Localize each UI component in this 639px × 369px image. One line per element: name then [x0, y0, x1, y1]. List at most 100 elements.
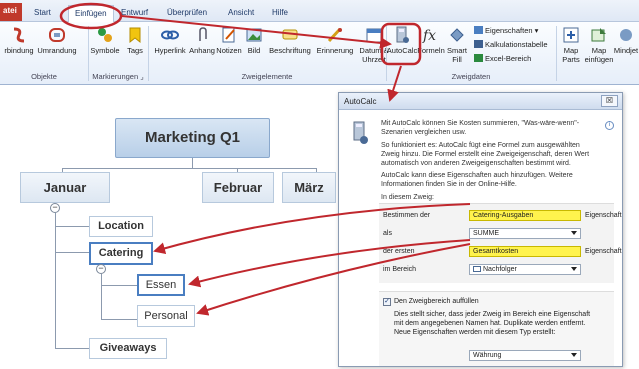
- tab-hilfe[interactable]: Hilfe: [266, 5, 294, 22]
- excel-bereich-button[interactable]: Excel-Bereich: [474, 53, 531, 64]
- checkbox-description: Dies stellt sicher, dass jeder Zweig im …: [394, 311, 591, 336]
- group-separator: [556, 26, 557, 81]
- collapse-toggle[interactable]: −: [50, 203, 60, 213]
- topic-februar[interactable]: Februar: [202, 172, 274, 203]
- tab-entwurf[interactable]: Entwurf: [115, 5, 154, 22]
- connector-line: [101, 274, 102, 320]
- row-label-im-bereich: im Bereich: [383, 266, 417, 273]
- type-select[interactable]: Währung: [469, 350, 581, 361]
- connector-line: [101, 285, 137, 286]
- section-heading: In diesem Zweig:: [381, 194, 434, 201]
- central-topic[interactable]: Marketing Q1: [115, 118, 270, 158]
- mindjet-icon: [620, 29, 632, 41]
- group-label-objekte: Objekte: [31, 72, 57, 81]
- svg-text:fx: fx: [422, 28, 436, 44]
- connector-line: [55, 348, 89, 349]
- fill-scope-checkbox[interactable]: ✓: [383, 298, 391, 306]
- ribbon-tab-bar: atei Start Einfügen Entwurf Überprüfen A…: [0, 0, 639, 22]
- connector-line: [55, 213, 56, 349]
- map-parts-icon: [563, 27, 579, 43]
- topic-catering[interactable]: Catering: [89, 242, 153, 265]
- group-label-zweigdaten: Zweigdaten: [451, 72, 491, 81]
- tag-icon: [129, 27, 141, 44]
- symbole-button[interactable]: Symbole: [88, 26, 122, 72]
- umrandung-button[interactable]: Umrandung: [34, 26, 80, 72]
- row-suffix-eigenschaft: Eigenschaft: [585, 248, 622, 255]
- reminder-icon: [327, 27, 342, 43]
- target-property-field[interactable]: Catering-Ausgaben: [469, 210, 581, 221]
- checkbox-label: Den Zweigbereich auffüllen: [394, 298, 479, 305]
- calculator-icon: [396, 26, 409, 43]
- info-icon[interactable]: i: [605, 121, 614, 130]
- chevron-down-icon: [571, 353, 577, 357]
- chevron-down-icon: [571, 267, 577, 271]
- source-property-field[interactable]: Gesamtkosten: [469, 246, 581, 257]
- function-select[interactable]: SUMME: [469, 228, 581, 239]
- fill-scope-panel: ✓ Den Zweigbereich auffüllen Dies stellt…: [379, 291, 614, 366]
- row-label-der-ersten: der ersten: [383, 248, 415, 255]
- topic-maerz[interactable]: März: [282, 172, 336, 203]
- connector-line: [62, 168, 317, 169]
- mindjet-button[interactable]: Mindjet: [612, 26, 639, 72]
- dialog-title: AutoCalc: [344, 97, 377, 106]
- tab-ueberpruefen[interactable]: Überprüfen: [161, 5, 213, 22]
- collapse-toggle[interactable]: −: [96, 264, 106, 274]
- relationship-icon: [13, 27, 25, 43]
- tab-einfuegen[interactable]: Einfügen: [68, 5, 114, 22]
- topic-essen[interactable]: Essen: [137, 274, 185, 296]
- topic-personal[interactable]: Personal: [137, 305, 195, 327]
- notizen-button[interactable]: Notizen: [215, 26, 243, 72]
- group-label-zweigelemente: Zweigelemente: [241, 72, 293, 81]
- anhang-button[interactable]: Anhang: [188, 26, 216, 72]
- tab-start[interactable]: Start: [28, 5, 57, 22]
- symbols-icon: [98, 28, 112, 42]
- connector-line: [192, 158, 193, 168]
- topic-location[interactable]: Location: [89, 216, 153, 237]
- tab-datei[interactable]: atei: [0, 3, 22, 21]
- row-label-bestimmen: Bestimmen der: [383, 212, 431, 219]
- eigenschaften-button[interactable]: Eigenschaften ▾: [474, 25, 538, 36]
- link-icon: [161, 30, 179, 40]
- subtopics-icon: [473, 266, 481, 272]
- branch-settings-panel: Bestimmen der Catering-Ausgaben Eigensch…: [379, 203, 622, 283]
- hyperlink-button[interactable]: Hyperlink: [150, 26, 190, 72]
- tags-button[interactable]: Tags: [122, 26, 148, 72]
- formeln-button[interactable]: fx Formeln: [416, 26, 446, 72]
- chevron-down-icon: [571, 231, 577, 235]
- smart-fill-button[interactable]: Smart Fill: [446, 26, 468, 72]
- row-suffix-eigenschaft: Eigenschaft: [585, 212, 622, 219]
- topic-giveaways[interactable]: Giveaways: [89, 338, 167, 359]
- connector-line: [101, 319, 137, 320]
- excel-icon: [474, 54, 483, 62]
- bild-button[interactable]: Bild: [243, 26, 265, 72]
- autocalc-button[interactable]: AutoCalc: [386, 26, 418, 72]
- kalkulationstabelle-button[interactable]: Kalkulationstabelle: [474, 39, 548, 50]
- tab-ansicht[interactable]: Ansicht: [222, 5, 260, 22]
- insert-map-icon: [591, 28, 606, 42]
- close-button[interactable]: ☒: [601, 95, 618, 107]
- autocalc-dialog: AutoCalc ☒ i Mit AutoCalc können Sie Kos…: [338, 92, 623, 367]
- connector-line: [55, 252, 89, 253]
- erinnerung-button[interactable]: Erinnerung: [313, 26, 357, 72]
- callout-icon: [282, 29, 298, 40]
- connector-line: [55, 226, 89, 227]
- paperclip-icon: [199, 27, 207, 41]
- scope-select[interactable]: Nachfolger: [469, 264, 581, 275]
- dialog-more-info: AutoCalc kann diese Eigenschaften auch h…: [381, 172, 573, 188]
- map-parts-button[interactable]: Map Parts: [558, 26, 584, 72]
- dialog-titlebar: AutoCalc ☒: [339, 93, 622, 110]
- verbindung-button[interactable]: rbindung: [0, 26, 38, 72]
- properties-icon: [474, 26, 483, 34]
- dialog-intro: Mit AutoCalc können Sie Kosten summieren…: [381, 120, 580, 136]
- ribbon: rbindung Umrandung Symbole Tags Hyperlin…: [0, 22, 639, 85]
- notes-icon: [222, 27, 235, 43]
- dialog-how-it-works: So funktioniert es: AutoCalc fügt eine F…: [381, 142, 590, 167]
- map-einfuegen-button[interactable]: Map einfügen: [584, 26, 614, 72]
- topic-januar[interactable]: Januar: [20, 172, 110, 203]
- smart-fill-icon: [450, 28, 464, 42]
- image-icon: [246, 28, 262, 42]
- calendar-icon: [366, 28, 382, 43]
- boundary-icon: [49, 28, 65, 42]
- beschriftung-button[interactable]: Beschriftung: [265, 26, 315, 72]
- group-label-markierungen: Markierungen ⌟: [92, 72, 144, 81]
